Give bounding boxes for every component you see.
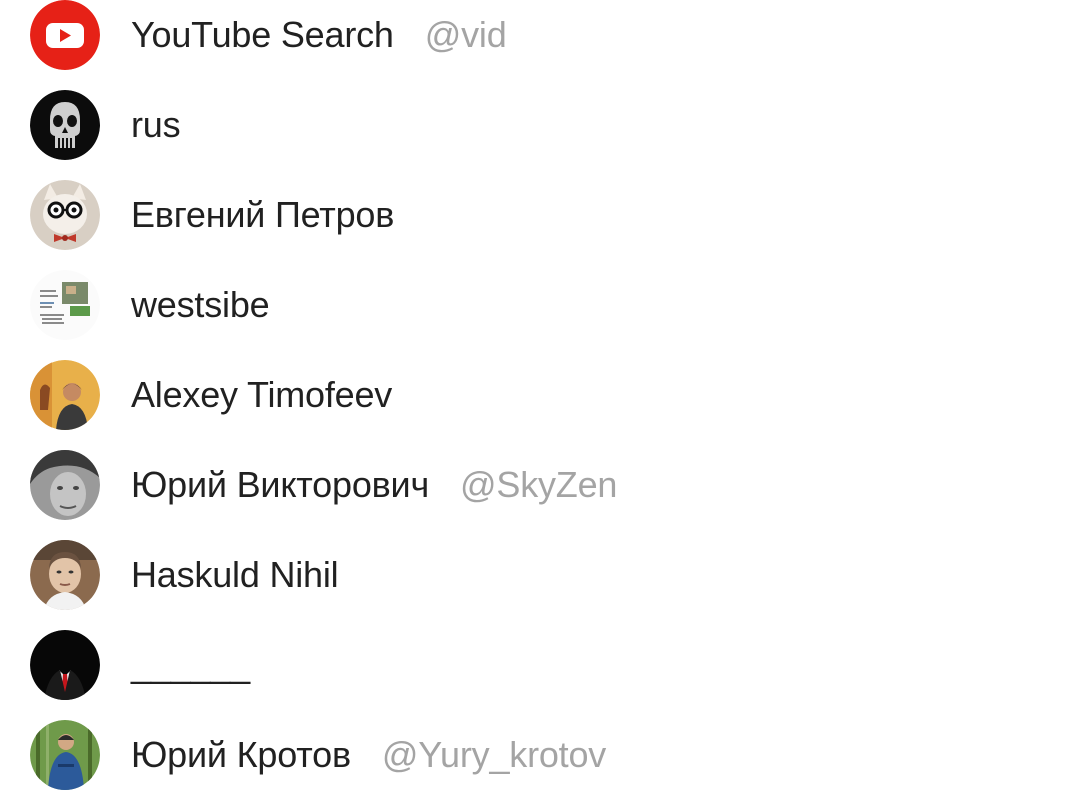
cat-with-glasses-avatar-icon bbox=[30, 180, 100, 250]
mention-username: @Yury_krotov bbox=[381, 734, 607, 775]
mention-item[interactable]: Alexey Timofeev bbox=[0, 350, 1080, 440]
mention-display-name: Юрий Кротов bbox=[131, 734, 351, 775]
mention-display-name: westsibe bbox=[131, 284, 270, 325]
mention-username: @vid bbox=[424, 14, 507, 55]
mention-item[interactable]: YouTube Search @vid bbox=[0, 0, 1080, 80]
forest-person-avatar-icon bbox=[30, 720, 100, 790]
mention-item[interactable]: Юрий Викторович @SkyZen bbox=[0, 440, 1080, 530]
mention-display-name: Юрий Викторович bbox=[131, 464, 430, 505]
mention-display-name: YouTube Search bbox=[131, 14, 394, 55]
mention-display-name: Haskuld Nihil bbox=[131, 554, 339, 595]
mention-display-name: Евгений Петров bbox=[131, 194, 395, 235]
mention-item[interactable]: rus bbox=[0, 80, 1080, 170]
mention-item[interactable]: Haskuld Nihil bbox=[0, 530, 1080, 620]
mention-display-name: ______ bbox=[131, 644, 250, 685]
youtube-logo-icon bbox=[30, 0, 100, 70]
person-photo-avatar-icon bbox=[30, 540, 100, 610]
mention-display-name: Alexey Timofeev bbox=[131, 374, 393, 415]
mention-item[interactable]: Евгений Петров bbox=[0, 170, 1080, 260]
grayscale-face-avatar-icon bbox=[30, 450, 100, 520]
mention-display-name: rus bbox=[131, 104, 181, 145]
person-photo-avatar-icon bbox=[30, 360, 100, 430]
mention-username: @SkyZen bbox=[460, 464, 618, 505]
mention-item[interactable]: westsibe bbox=[0, 260, 1080, 350]
skull-avatar-icon bbox=[30, 90, 100, 160]
mention-item[interactable]: Юрий Кротов @Yury_krotov bbox=[0, 710, 1080, 800]
document-avatar-icon bbox=[30, 270, 100, 340]
mention-item[interactable]: ______ bbox=[0, 620, 1080, 710]
mention-suggestion-list: YouTube Search @vid rus Евгений Петров w… bbox=[0, 0, 1080, 804]
suit-silhouette-avatar-icon bbox=[30, 630, 100, 700]
